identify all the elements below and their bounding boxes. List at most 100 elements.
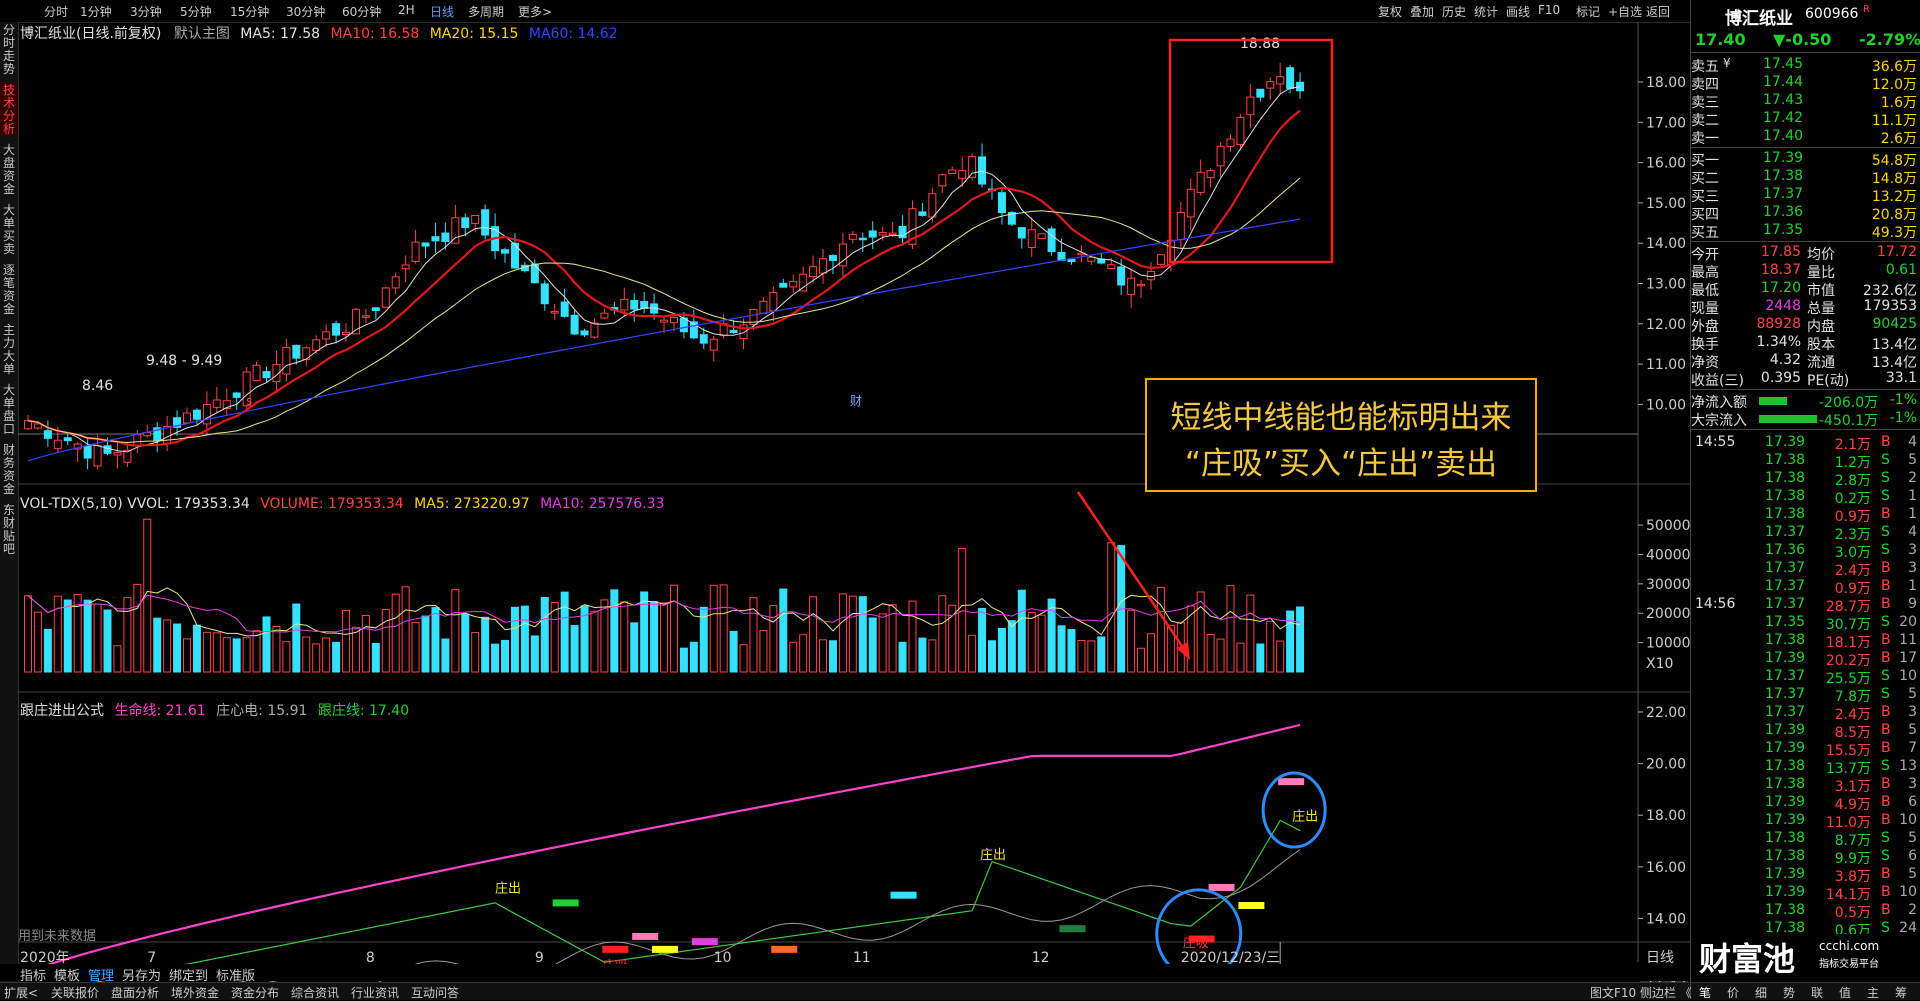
quote-tab-5[interactable]: 值 bbox=[1839, 984, 1851, 1001]
ask-price[interactable]: 17.45 bbox=[1763, 56, 1803, 72]
toolbar-item-7[interactable]: +自选 bbox=[1608, 3, 1642, 20]
period-tab-3[interactable]: 5分钟 bbox=[180, 3, 212, 20]
vtab-4[interactable]: 逐笔资金 bbox=[0, 264, 18, 316]
volume-bar bbox=[253, 631, 260, 672]
chart-mode-selector[interactable]: 默认主图 bbox=[174, 26, 230, 42]
volume-bar bbox=[303, 637, 310, 672]
candle-body bbox=[442, 233, 449, 241]
bottom-tab-2[interactable]: 盘面分析 bbox=[111, 984, 159, 1001]
candle-body bbox=[1138, 284, 1145, 286]
candle-body bbox=[1108, 265, 1115, 269]
candle-body bbox=[1177, 212, 1184, 239]
vtab-5[interactable]: 主力大单 bbox=[0, 324, 18, 376]
candle-body bbox=[730, 330, 737, 332]
price-tick-label: 10.00 bbox=[1646, 397, 1686, 413]
tick-count: 1 bbox=[1908, 578, 1917, 594]
stat-label: 最低 bbox=[1691, 280, 1719, 300]
toolbar-item-0[interactable]: 复权 bbox=[1378, 3, 1402, 20]
period-tab-7[interactable]: 2H bbox=[398, 3, 415, 17]
bid-price[interactable]: 17.36 bbox=[1763, 204, 1803, 220]
ask-price[interactable]: 17.42 bbox=[1763, 110, 1803, 126]
volume-bar bbox=[919, 638, 926, 672]
stat-label: 市值 bbox=[1807, 280, 1835, 300]
bottom-tab-0[interactable]: 扩展< bbox=[4, 984, 38, 1001]
toolbar-item-3[interactable]: 统计 bbox=[1474, 3, 1498, 20]
vtab-7[interactable]: 财务资金 bbox=[0, 444, 18, 496]
ask-price[interactable]: 17.43 bbox=[1763, 92, 1803, 108]
volume-bar bbox=[323, 638, 330, 672]
period-tab-0[interactable]: 分时 bbox=[44, 3, 68, 20]
toolbar-item-1[interactable]: 叠加 bbox=[1410, 3, 1434, 20]
period-tab-1[interactable]: 1分钟 bbox=[80, 3, 112, 20]
period-tab-6[interactable]: 60分钟 bbox=[342, 3, 381, 20]
quote-row: 17.392.1万B4 bbox=[1691, 434, 1920, 452]
volume-bar bbox=[680, 648, 687, 672]
tick-count: 2 bbox=[1908, 470, 1917, 486]
bid-price[interactable]: 17.38 bbox=[1763, 168, 1803, 184]
toolbar-item-5[interactable]: F10 bbox=[1538, 3, 1560, 17]
tick-count: 3 bbox=[1908, 704, 1917, 720]
bottom-tab-7[interactable]: 互动问答 bbox=[411, 984, 459, 1001]
ask-price[interactable]: 17.44 bbox=[1763, 74, 1803, 90]
quote-tab-0[interactable]: 笔 bbox=[1699, 984, 1711, 1001]
indicator-tick-label: 20.00 bbox=[1646, 757, 1686, 773]
indicator-tool-5[interactable]: 标准版 bbox=[216, 965, 255, 984]
indicator-tool-3[interactable]: 另存为 bbox=[122, 965, 161, 984]
signal-bar bbox=[553, 899, 579, 906]
period-tab-5[interactable]: 30分钟 bbox=[286, 3, 325, 20]
volume-tick-label: X10 bbox=[1646, 656, 1673, 672]
quote-row: 17.3728.7万B9 bbox=[1691, 596, 1920, 614]
ask-price[interactable]: 17.40 bbox=[1763, 128, 1803, 144]
volume-bar bbox=[25, 596, 32, 672]
vtab-0[interactable]: 分时走势 bbox=[0, 24, 18, 76]
quote-tab-3[interactable]: 势 bbox=[1783, 984, 1795, 1001]
bottom-tab-4[interactable]: 资金分布 bbox=[231, 984, 279, 1001]
quote-tab-2[interactable]: 细 bbox=[1755, 984, 1767, 1001]
toolbar-item-4[interactable]: 画线 bbox=[1506, 3, 1530, 20]
quote-tab-7[interactable]: 筹 bbox=[1895, 984, 1907, 1001]
quote-tab-6[interactable]: 主 bbox=[1867, 984, 1879, 1001]
bid-volume: 49.3万 bbox=[1872, 222, 1917, 242]
bottom-tab-5[interactable]: 综合资讯 bbox=[291, 984, 339, 1001]
vtab-3[interactable]: 大单买卖 bbox=[0, 204, 18, 256]
indicator-tool-4[interactable]: 绑定到 bbox=[169, 965, 208, 984]
bottom-tab-3[interactable]: 境外资金 bbox=[171, 984, 219, 1001]
bid-price[interactable]: 17.39 bbox=[1763, 150, 1803, 166]
vtab-2[interactable]: 大盘资金 bbox=[0, 144, 18, 196]
volume-bar bbox=[402, 587, 409, 672]
period-tab-2[interactable]: 3分钟 bbox=[130, 3, 162, 20]
toolbar-item-6[interactable]: 标记 bbox=[1576, 3, 1600, 20]
tick-count: 1 bbox=[1908, 506, 1917, 522]
tick-price: 17.39 bbox=[1765, 650, 1805, 666]
signal-bar bbox=[1059, 925, 1085, 932]
quote-tab-4[interactable]: 联 bbox=[1811, 984, 1823, 1001]
bid-price[interactable]: 17.35 bbox=[1763, 222, 1803, 238]
vtab-1[interactable]: 技术分析 bbox=[0, 84, 18, 136]
vtab-8[interactable]: 东财贴吧 bbox=[0, 504, 18, 556]
indicator-tool-2[interactable]: 管理 bbox=[88, 965, 114, 984]
quote-row: 17.3813.7万S13 bbox=[1691, 758, 1920, 776]
quote-row: 今开17.85均价17.72 bbox=[1691, 244, 1920, 262]
vtab-6[interactable]: 大单盘口 bbox=[0, 384, 18, 436]
toolbar-item-2[interactable]: 历史 bbox=[1442, 3, 1466, 20]
bid-price[interactable]: 17.37 bbox=[1763, 186, 1803, 202]
sidebar-toggle[interactable]: 图文F10 侧边栏 《 bbox=[1590, 984, 1692, 1001]
tick-direction: S bbox=[1881, 848, 1890, 864]
stat-label: 最高 bbox=[1691, 262, 1719, 282]
period-tab-9[interactable]: 多周期 bbox=[468, 3, 504, 20]
bid-volume: 54.8万 bbox=[1872, 150, 1917, 170]
toolbar-item-8[interactable]: 返回 bbox=[1646, 3, 1670, 20]
candle-body bbox=[1267, 82, 1274, 89]
indicator-tool-0[interactable]: 指标 bbox=[20, 965, 46, 984]
period-tab-10[interactable]: 更多> bbox=[518, 3, 552, 20]
indicator-tool-1[interactable]: 模板 bbox=[54, 965, 80, 984]
bottom-tab-1[interactable]: 关联报价 bbox=[51, 984, 99, 1001]
period-tab-8[interactable]: 日线 bbox=[430, 3, 454, 20]
volume-bar bbox=[1058, 626, 1065, 672]
volume-bar bbox=[561, 592, 568, 672]
bottom-tab-6[interactable]: 行业资讯 bbox=[351, 984, 399, 1001]
volume-bar bbox=[1008, 621, 1015, 672]
quote-tab-1[interactable]: 价 bbox=[1727, 984, 1739, 1001]
period-tab-4[interactable]: 15分钟 bbox=[230, 3, 269, 20]
tick-price: 17.39 bbox=[1765, 812, 1805, 828]
